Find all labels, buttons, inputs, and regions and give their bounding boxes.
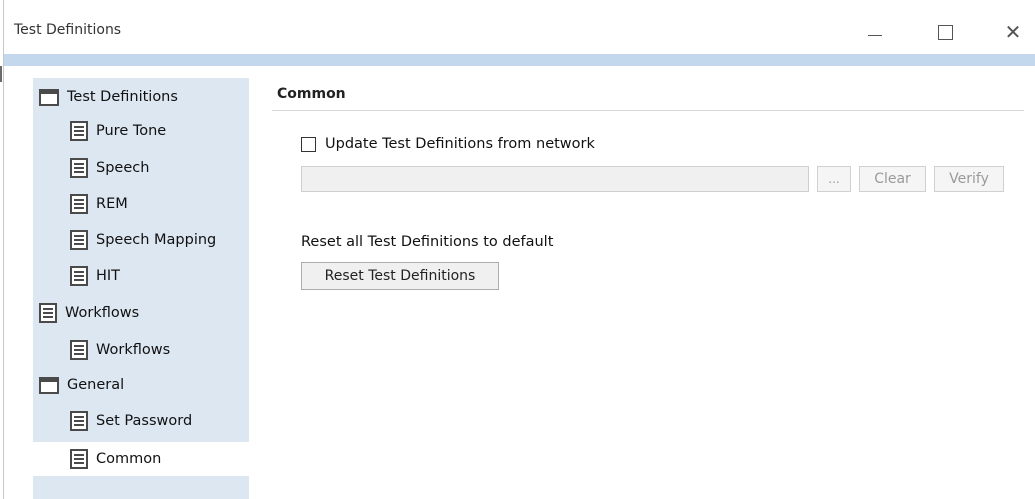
tree-item-label: Speech Mapping: [96, 232, 217, 248]
tree-item-speech[interactable]: Speech: [70, 151, 149, 185]
tree-item-rem[interactable]: REM: [70, 187, 128, 221]
browse-button[interactable]: ...: [817, 166, 851, 192]
document-icon: [70, 230, 88, 250]
header-band: [4, 54, 1035, 66]
title-bar[interactable]: Test Definitions ✕: [4, 0, 1035, 54]
tree-item-label: Speech: [96, 160, 150, 176]
close-icon: ✕: [1004, 20, 1022, 44]
tree-item-pure-tone[interactable]: Pure Tone: [70, 114, 166, 148]
update-from-network-option[interactable]: Update Test Definitions from network: [301, 136, 595, 152]
document-icon: [70, 449, 88, 469]
tree-item-common[interactable]: Common: [33, 442, 249, 476]
update-from-network-label: Update Test Definitions from network: [325, 136, 595, 152]
folder-icon: [39, 88, 59, 106]
tree-item-label: HIT: [96, 268, 121, 284]
common-settings-panel: Common Update Test Definitions from netw…: [272, 78, 1026, 499]
reset-test-definitions-button[interactable]: Reset Test Definitions: [301, 262, 499, 290]
tree-item-hit[interactable]: HIT: [70, 259, 120, 293]
tree-item-label: Workflows: [96, 342, 171, 358]
tree-item-label: Common: [96, 451, 162, 467]
section-divider: [272, 110, 1024, 111]
tree-item-label: Workflows: [65, 305, 140, 321]
minimize-icon: [868, 34, 882, 36]
tree-item-label: Set Password: [96, 413, 193, 429]
folder-icon: [39, 376, 59, 394]
test-definitions-window: Test Definitions ✕ Test Definitions Pure…: [3, 0, 1035, 499]
tree-item-speech-mapping[interactable]: Speech Mapping: [70, 223, 216, 257]
settings-tree: Test Definitions Pure Tone Speech REM Sp…: [33, 78, 249, 499]
document-icon: [70, 266, 88, 286]
maximize-icon: [937, 24, 953, 40]
maximize-button[interactable]: [922, 14, 968, 50]
document-icon: [70, 411, 88, 431]
document-icon: [39, 303, 57, 323]
tree-item-label: REM: [96, 196, 128, 212]
tree-item-label: Pure Tone: [96, 123, 167, 139]
clear-button[interactable]: Clear: [859, 166, 926, 192]
tree-item-workflows-group[interactable]: Workflows: [39, 296, 139, 330]
document-icon: [70, 121, 88, 141]
close-button[interactable]: ✕: [990, 14, 1035, 50]
tree-item-test-definitions[interactable]: Test Definitions: [39, 80, 178, 114]
window-edge-marker: [0, 66, 2, 82]
tree-item-label: General: [67, 377, 125, 393]
reset-description: Reset all Test Definitions to default: [301, 234, 554, 250]
document-icon: [70, 340, 88, 360]
network-path-input[interactable]: [301, 166, 809, 192]
window-title: Test Definitions: [14, 22, 122, 38]
tree-item-general[interactable]: General: [39, 368, 124, 402]
section-title: Common: [277, 86, 346, 102]
update-from-network-checkbox[interactable]: [301, 136, 316, 152]
document-icon: [70, 194, 88, 214]
document-icon: [70, 158, 88, 178]
minimize-button[interactable]: [852, 14, 898, 50]
tree-item-workflows[interactable]: Workflows: [70, 333, 170, 367]
verify-button[interactable]: Verify: [934, 166, 1004, 192]
tree-item-set-password[interactable]: Set Password: [70, 404, 192, 438]
tree-item-label: Test Definitions: [67, 89, 178, 105]
